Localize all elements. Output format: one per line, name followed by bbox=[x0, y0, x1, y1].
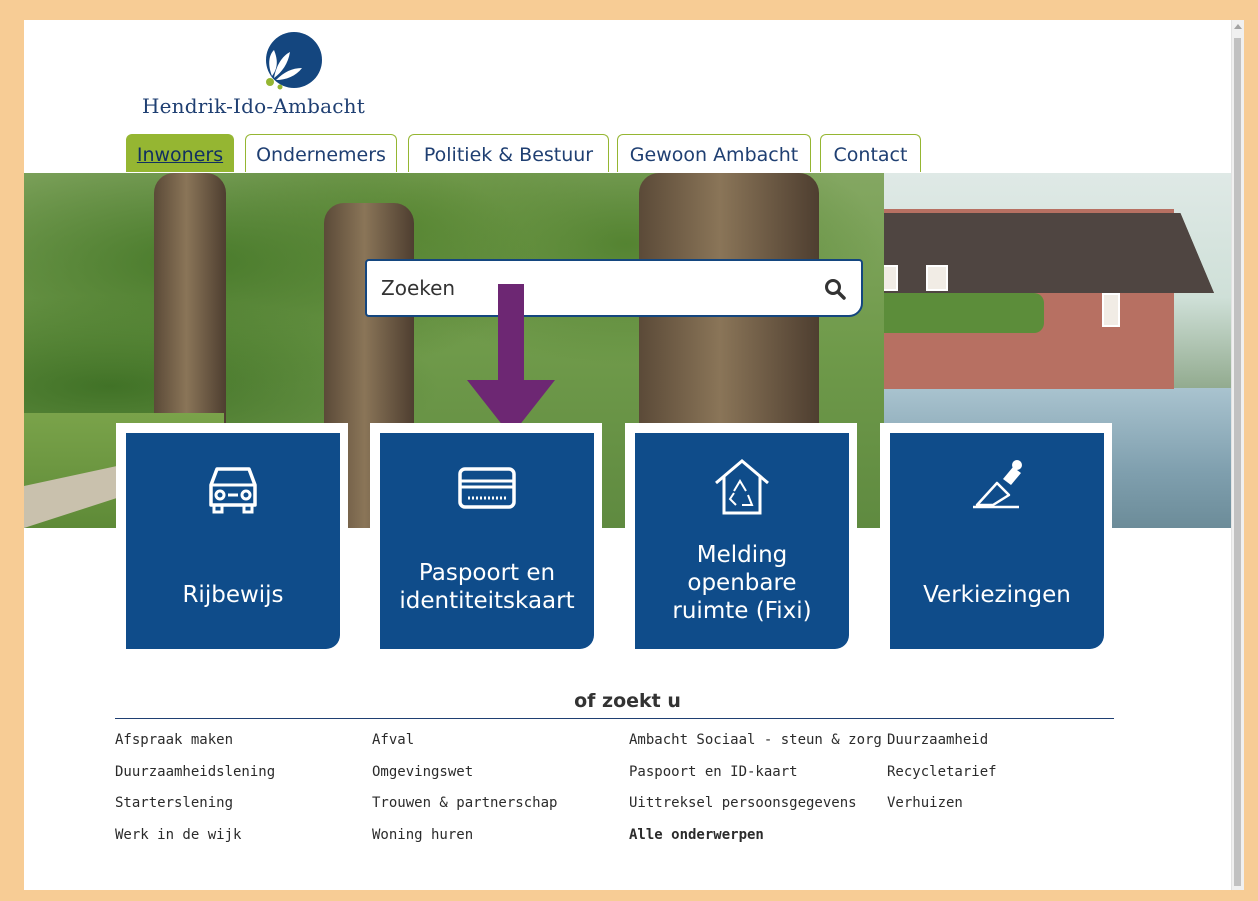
divider bbox=[115, 718, 1114, 719]
topic-link[interactable]: Werk in de wijk bbox=[115, 827, 241, 843]
search-box[interactable] bbox=[365, 259, 863, 317]
tile-label: Verkiezingen bbox=[923, 582, 1071, 608]
topic-link[interactable]: Verhuizen bbox=[887, 795, 963, 811]
topic-link[interactable]: Woning huren bbox=[372, 827, 473, 843]
topic-link[interactable]: Uittreksel persoonsgegevens bbox=[629, 795, 857, 811]
search-input[interactable] bbox=[381, 261, 801, 315]
all-topics-link[interactable]: Alle onderwerpen bbox=[629, 827, 764, 843]
id-card-icon bbox=[458, 467, 516, 509]
web-page: Hendrik-Ido-Ambacht Inwoners Ondernemers… bbox=[24, 20, 1231, 890]
tile-label: Rijbewijs bbox=[182, 582, 284, 608]
tile-melding-frame: Melding openbare ruimte (Fixi) bbox=[625, 423, 857, 660]
topic-link[interactable]: Starterslening bbox=[115, 795, 233, 811]
annotation-arrow-icon bbox=[467, 284, 555, 436]
search-icon[interactable] bbox=[823, 277, 847, 301]
topic-link[interactable]: Duurzaamheidslening bbox=[115, 764, 275, 780]
tile-rijbewijs-frame: Rijbewijs bbox=[116, 423, 348, 660]
more-topics-heading: of zoekt u bbox=[574, 690, 681, 712]
car-icon bbox=[209, 467, 257, 514]
tile-rijbewijs[interactable]: Rijbewijs bbox=[126, 433, 340, 649]
recycle-house-icon bbox=[715, 459, 769, 515]
tile-label: Melding openbare ruimte (Fixi) bbox=[672, 542, 812, 624]
tile-verkiezingen[interactable]: Verkiezingen bbox=[890, 433, 1104, 649]
scroll-up-icon[interactable] bbox=[1234, 24, 1242, 29]
topic-link[interactable]: Paspoort en ID-kaart bbox=[629, 764, 798, 780]
topic-link[interactable]: Recycletarief bbox=[887, 764, 997, 780]
tile-verkiezingen-frame: Verkiezingen bbox=[880, 423, 1112, 660]
topic-link[interactable]: Trouwen & partnerschap bbox=[372, 795, 557, 811]
tile-paspoort-frame: Paspoort en identiteitskaart bbox=[370, 423, 602, 660]
scroll-thumb[interactable] bbox=[1234, 38, 1241, 886]
topic-link[interactable]: Ambacht Sociaal - steun & zorg bbox=[629, 732, 882, 748]
tab-gewoon-ambacht[interactable]: Gewoon Ambacht bbox=[617, 134, 811, 172]
topic-link[interactable]: Afspraak maken bbox=[115, 732, 233, 748]
tab-politiek-bestuur[interactable]: Politiek & Bestuur bbox=[408, 134, 609, 172]
page-scrollbar[interactable] bbox=[1231, 20, 1244, 890]
tab-ondernemers[interactable]: Ondernemers bbox=[245, 134, 397, 172]
logo-text: Hendrik-Ido-Ambacht bbox=[142, 94, 365, 118]
topic-link[interactable]: Afval bbox=[372, 732, 414, 748]
topic-link[interactable]: Omgevingswet bbox=[372, 764, 473, 780]
logo-flower-icon bbox=[266, 32, 322, 90]
tile-paspoort-identiteitskaart[interactable]: Paspoort en identiteitskaart bbox=[380, 433, 594, 649]
site-logo[interactable]: Hendrik-Ido-Ambacht bbox=[142, 32, 392, 118]
tab-contact[interactable]: Contact bbox=[820, 134, 921, 172]
tab-inwoners[interactable]: Inwoners bbox=[126, 134, 234, 172]
tile-label: Paspoort en identiteitskaart bbox=[399, 560, 575, 614]
tile-melding-openbare-ruimte[interactable]: Melding openbare ruimte (Fixi) bbox=[635, 433, 849, 649]
topic-link[interactable]: Duurzaamheid bbox=[887, 732, 988, 748]
ballot-icon bbox=[973, 460, 1022, 509]
